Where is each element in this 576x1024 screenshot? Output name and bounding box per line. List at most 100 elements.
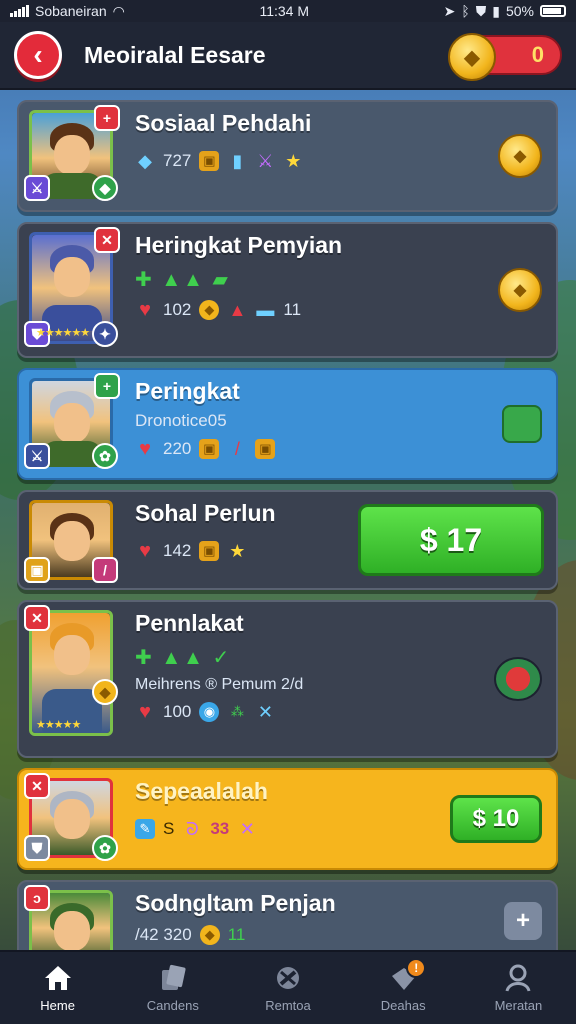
nav-item-home[interactable]: Heme [0, 952, 115, 1024]
coin-icon[interactable]: ◆ [498, 268, 542, 312]
heart-icon: ♥ [139, 700, 151, 723]
status-bar: Sobaneiran ◠ 11:34 M ➤ ᛒ ⛊ ▮ 50% [0, 0, 576, 22]
list-item[interactable]: ▣ / Sohal Perlun ♥ 142 ▣ ★ $ 17 [17, 490, 558, 590]
avatar: ✕ ⛊ ✦ ★★★★★★ [24, 227, 120, 347]
list-item[interactable]: + ⚔ ◆ Sosiaal Pehdahi ◆ 727 ▣ ▮ ⚔ ★ ◆ [17, 100, 558, 212]
item-subtitle: Meihrens ® Pemum 2/d [135, 676, 304, 693]
home-icon [44, 965, 71, 990]
avatar: + ⚔ ◆ [24, 105, 120, 201]
battery-icon [540, 5, 566, 17]
item-stat: 220 [163, 439, 192, 458]
item-stat: 100 [163, 702, 192, 721]
carrier-label: Sobaneiran [35, 3, 107, 19]
potion-icon: ▲ [228, 299, 247, 320]
nav-item-cards[interactable]: Candens [115, 952, 230, 1024]
nav-item-deals[interactable]: ! Deahas [346, 952, 461, 1024]
heart-icon: ♥ [139, 437, 151, 460]
list-item[interactable]: + ⚔ ✿ Peringkat Dronotice05 ♥ 220 ▣ / ▣ [17, 368, 558, 480]
chest-icon: ▣ [199, 151, 220, 171]
coin-icon[interactable]: ◆ [498, 134, 542, 178]
item-stat: 727 [163, 151, 192, 170]
cube-icon[interactable] [502, 405, 542, 443]
chest-badge-icon: ▣ [24, 557, 50, 583]
sword-badge-icon: ⚔ [24, 175, 50, 201]
coin-count: 0 [531, 42, 544, 67]
buy-button[interactable]: $ 10 [450, 795, 542, 843]
close-badge-icon: ✕ [24, 605, 50, 631]
item-stat: 11 [283, 300, 302, 319]
nav-label: Candens [146, 997, 199, 1013]
potion-icon[interactable] [494, 657, 542, 701]
deals-icon: ! [388, 957, 427, 992]
coin-icon: ◆ [199, 925, 220, 945]
buy-button[interactable]: $ 17 [358, 504, 544, 576]
clock: 11:34 M [259, 3, 309, 19]
chest-icon: ▣ [199, 541, 220, 561]
arrow-left-icon: ‹ [33, 39, 43, 70]
item-stat: 102 [163, 300, 192, 319]
list-item[interactable]: ✕ ⛊ ✦ ★★★★★★ Heringkat Pemyian ✚ ▲▲ ▰ ♥ … [17, 222, 558, 358]
chest-icon: ▣ [255, 439, 276, 459]
avatar: ▣ / [24, 500, 118, 583]
battery-percent: 50% [505, 3, 534, 19]
gem-badge-icon: ◆ [92, 175, 118, 201]
avatar: + ⚔ ✿ [24, 373, 120, 469]
add-icon[interactable]: + [504, 902, 542, 940]
star-rating: ★★★★★ [36, 719, 81, 731]
sword-badge-icon: / [92, 557, 118, 583]
shield-icon: ⛊ [475, 2, 487, 19]
bottom-navigation: Heme Candens Remtoa ! Deahas Meratan [0, 950, 576, 1024]
heart-icon: ♥ [139, 539, 151, 562]
item-name: Heringkat Pemyian [135, 232, 343, 258]
hook-badge-icon: ↄ [24, 885, 50, 911]
shield-badge-icon: ⛊ [24, 835, 50, 861]
rune-icon: ⁂ [230, 704, 244, 719]
tools-icon [277, 966, 299, 989]
chest-icon: ▣ [199, 439, 220, 459]
item-stat: /42 320 [135, 925, 192, 944]
back-button[interactable]: ‹ [14, 31, 62, 79]
list-item[interactable]: ✕ ⛊ ✿ Sepeaalalah ✎ S ᘐ 33 ✕ $ 10 [17, 768, 558, 870]
orb-icon: ◉ [199, 702, 220, 722]
scroll-icon: ▬ [256, 299, 275, 320]
coin-icon: ◆ [199, 300, 220, 320]
list-item[interactable]: ✕ ◆ ★★★★★ Pennlakat ✚ ▲▲ ✓ Meihrens ® Pe… [17, 600, 558, 758]
item-stat: S [163, 819, 175, 838]
sword-badge-icon: ✕ [94, 227, 120, 253]
item-stat: 142 [163, 541, 192, 560]
cards-icon [161, 964, 186, 990]
page-title: Meoiralal Eesare [84, 41, 266, 68]
profile-icon [505, 964, 531, 992]
nav-label: Meratan [494, 997, 543, 1013]
scroll-icon: ✎ [135, 819, 155, 839]
item-subtitle: Dronotice05 [135, 411, 227, 430]
lock-icon: ▮ [492, 2, 500, 19]
sword-badge-icon: ⚔ [24, 443, 50, 469]
potion-icon: ▮ [232, 150, 243, 171]
skill-icons: ✚ ▲▲ ▰ [135, 269, 230, 291]
wifi-icon: ◠ [112, 2, 125, 19]
magic-badge-icon: ✦ [92, 321, 118, 347]
item-stat: 33 [210, 819, 230, 838]
player-list: + ⚔ ◆ Sosiaal Pehdahi ◆ 727 ▣ ▮ ⚔ ★ ◆ ✕ … [17, 100, 558, 972]
nav-item-tools[interactable]: Remtoa [230, 952, 345, 1024]
plus-icon: + [94, 373, 120, 399]
plus-icon: + [94, 105, 120, 131]
crossed-swords-icon: ✕ [239, 818, 255, 839]
nav-label: Deahas [380, 997, 426, 1013]
coin-icon: ◆ [448, 33, 496, 81]
avatar: ✕ ⛊ ✿ [24, 773, 118, 861]
coin-balance[interactable]: ◆ 0 [448, 33, 562, 81]
nav-label: Remtoa [265, 997, 311, 1013]
sword-badge-icon: ✕ [24, 773, 50, 799]
item-name: Sosiaal Pehdahi [135, 110, 312, 136]
sword-icon: ⚔ [257, 150, 274, 171]
leaf-badge-icon: ✿ [92, 443, 118, 469]
leaf-badge-icon: ✿ [92, 835, 118, 861]
skill-icons: ✚ ▲▲ ✓ [135, 647, 232, 669]
item-name: Sodngltam Penjan [135, 890, 336, 916]
item-stat: 11 [227, 925, 246, 944]
bluetooth-icon: ᛒ [461, 3, 470, 19]
nav-item-profile[interactable]: Meratan [461, 952, 576, 1024]
crystal-icon: ✕ [257, 701, 273, 722]
